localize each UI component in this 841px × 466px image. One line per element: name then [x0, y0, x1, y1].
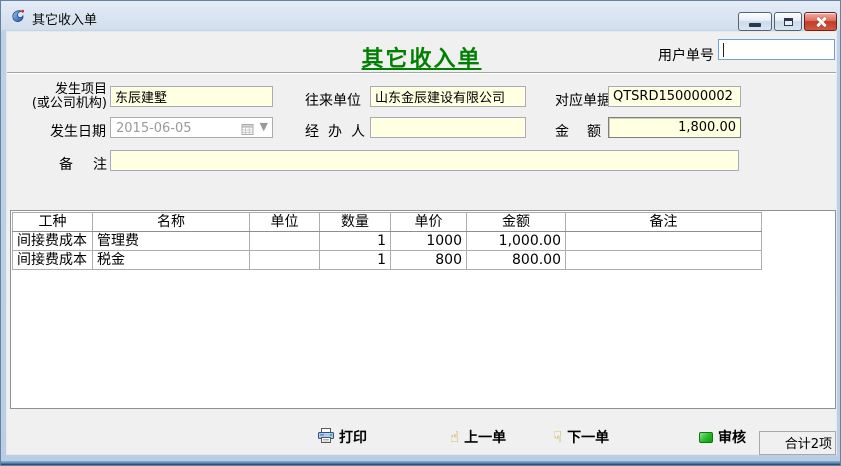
next-label: 下一单	[567, 427, 609, 447]
table-cell[interactable]	[250, 251, 320, 270]
hand-up-icon: ☝	[450, 430, 459, 445]
table-cell[interactable]: 800.00	[467, 251, 566, 270]
user-no-label: 用户单号	[658, 45, 714, 65]
refdoc-input[interactable]	[608, 86, 741, 107]
table-header-cell[interactable]: 工种	[13, 213, 93, 232]
refdoc-label: 对应单据	[555, 90, 611, 110]
restore-icon	[784, 18, 793, 26]
counterparty-input[interactable]	[370, 86, 526, 107]
table-header-cell[interactable]: 备注	[566, 213, 762, 232]
printer-icon	[318, 428, 334, 447]
table-row[interactable]: 间接费成本税金 1800800.00	[13, 251, 762, 270]
table-header-cell[interactable]: 数量	[320, 213, 391, 232]
window-bottom-border	[1, 461, 840, 465]
close-icon	[815, 16, 827, 28]
date-value: 2015-06-05	[116, 121, 192, 136]
table-cell[interactable]: 1	[320, 251, 391, 270]
amount-label: 金 额	[555, 121, 601, 141]
table-cell[interactable]: 1,000.00	[467, 232, 566, 251]
print-label: 打印	[339, 427, 367, 447]
footer-bar: 打印 ☝ 上一单 ☟ 下一单 审核 合计2项	[7, 409, 836, 456]
project-input[interactable]	[110, 86, 273, 107]
table-cell[interactable]: 税金	[93, 251, 250, 270]
table-header-cell[interactable]: 单位	[250, 213, 320, 232]
handler-label: 经 办 人	[305, 121, 365, 141]
app-logo-icon	[10, 8, 26, 24]
table-cell[interactable]	[566, 232, 762, 251]
print-button[interactable]: 打印	[318, 428, 367, 446]
next-button[interactable]: ☟ 下一单	[553, 428, 609, 446]
items-grid: 工种名称单位数量单价金额备注间接费成本管理费110001,000.00间接费成本…	[12, 212, 762, 270]
table-header-cell[interactable]: 金额	[467, 213, 566, 232]
table-cell[interactable]	[250, 232, 320, 251]
counterparty-label: 往来单位	[305, 90, 361, 110]
table-cell[interactable]	[566, 251, 762, 270]
table-cell[interactable]: 1	[320, 232, 391, 251]
total-count-cell: 合计2项	[759, 431, 836, 455]
window-title: 其它收入单	[32, 9, 97, 28]
amount-input[interactable]	[608, 117, 741, 138]
table-cell[interactable]: 1000	[391, 232, 467, 251]
table-row[interactable]: 间接费成本管理费 110001,000.00	[13, 232, 762, 251]
date-input[interactable]: 2015-06-05 ▼	[110, 117, 273, 138]
window: 其它收入单 其它收入单 用户单号 发生项目 (或公司机构) 往来单位 对应单据 …	[0, 0, 841, 466]
chevron-down-icon[interactable]: ▼	[260, 120, 268, 133]
calendar-icon	[241, 121, 254, 140]
audit-label: 审核	[718, 427, 746, 447]
previous-button[interactable]: ☝ 上一单	[450, 428, 506, 446]
remark-input[interactable]	[110, 150, 739, 171]
remark-label: 备 注	[59, 154, 107, 174]
audit-button[interactable]: 审核	[699, 428, 746, 446]
date-label: 发生日期	[50, 121, 106, 141]
titlebar[interactable]: 其它收入单	[1, 1, 840, 31]
content-area: 其它收入单 用户单号 发生项目 (或公司机构) 往来单位 对应单据 发生日期 2…	[6, 31, 837, 455]
minimize-icon	[749, 23, 761, 27]
close-button[interactable]	[804, 12, 837, 31]
minimize-button[interactable]	[738, 12, 772, 31]
table-header-cell[interactable]: 名称	[93, 213, 250, 232]
header-divider	[7, 72, 836, 74]
table-cell[interactable]: 管理费	[93, 232, 250, 251]
hand-down-icon: ☟	[553, 430, 562, 445]
handler-input[interactable]	[370, 117, 526, 138]
table-cell[interactable]: 800	[391, 251, 467, 270]
items-table-panel: 工种名称单位数量单价金额备注间接费成本管理费110001,000.00间接费成本…	[10, 210, 836, 409]
table-header-cell[interactable]: 单价	[391, 213, 467, 232]
previous-label: 上一单	[464, 427, 506, 447]
restore-button[interactable]	[774, 12, 802, 31]
user-no-input[interactable]	[718, 39, 835, 60]
green-square-icon	[699, 432, 713, 443]
text-caret	[723, 43, 724, 57]
project-label: 发生项目 (或公司机构)	[15, 83, 107, 111]
table-cell[interactable]: 间接费成本	[13, 232, 93, 251]
table-cell[interactable]: 间接费成本	[13, 251, 93, 270]
